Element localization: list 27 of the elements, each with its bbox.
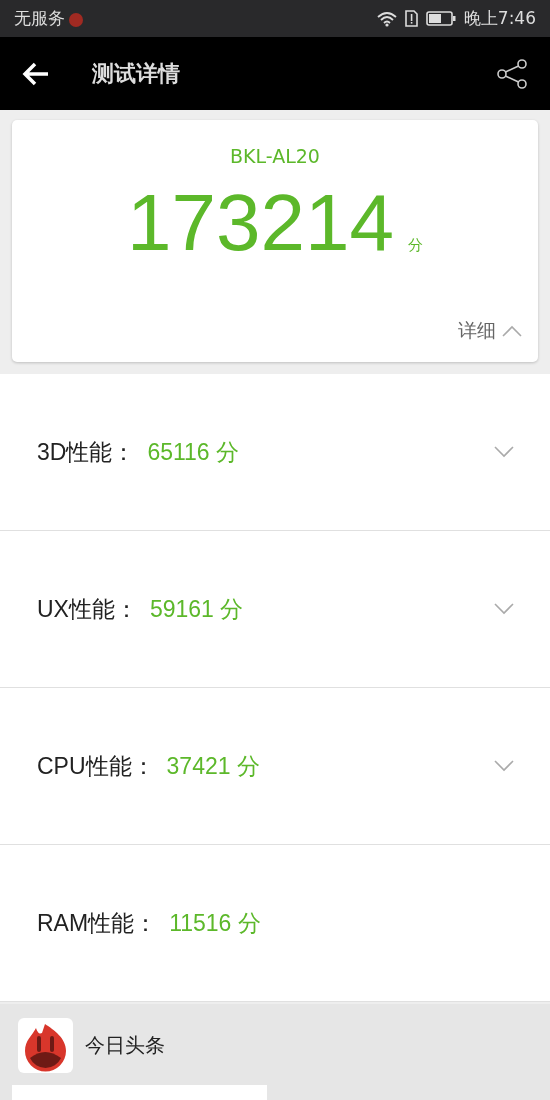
wifi-icon — [376, 10, 397, 27]
app-notification-icon — [68, 10, 84, 27]
score-unit: 分 — [407, 236, 423, 255]
category-score: 37421 分 — [166, 751, 261, 781]
device-model: BKL-AL20 — [230, 145, 320, 167]
sim-alert-icon — [404, 10, 418, 27]
app-icon[interactable] — [18, 1018, 73, 1073]
screen-title: 测试详情 — [92, 59, 181, 88]
clock: 晚上7:46 — [463, 7, 536, 30]
category-score: 59161 分 — [149, 594, 245, 624]
battery-icon — [425, 11, 456, 26]
category-label: RAM性能： — [37, 908, 158, 938]
carrier-label: 无服务 — [14, 7, 65, 30]
category-label: 3D性能： — [37, 437, 136, 467]
details-toggle[interactable]: 详细 — [458, 318, 522, 344]
app-label: 今日头条 — [85, 1032, 165, 1059]
category-score: 11516 分 — [169, 908, 262, 938]
share-icon[interactable] — [496, 58, 528, 89]
category-row[interactable]: 3D性能： 65116 分 — [0, 374, 550, 531]
category-score: 65116 分 — [147, 437, 241, 467]
category-row[interactable]: UX性能： 59161 分 — [0, 531, 550, 688]
category-label: CPU性能： — [37, 751, 155, 781]
category-row[interactable]: RAM性能： 11516 分 — [0, 845, 550, 1002]
category-row[interactable]: CPU性能： 37421 分 — [0, 688, 550, 845]
total-score: 173214 — [127, 183, 394, 263]
back-icon[interactable] — [22, 61, 50, 86]
category-label: UX性能： — [37, 594, 138, 624]
